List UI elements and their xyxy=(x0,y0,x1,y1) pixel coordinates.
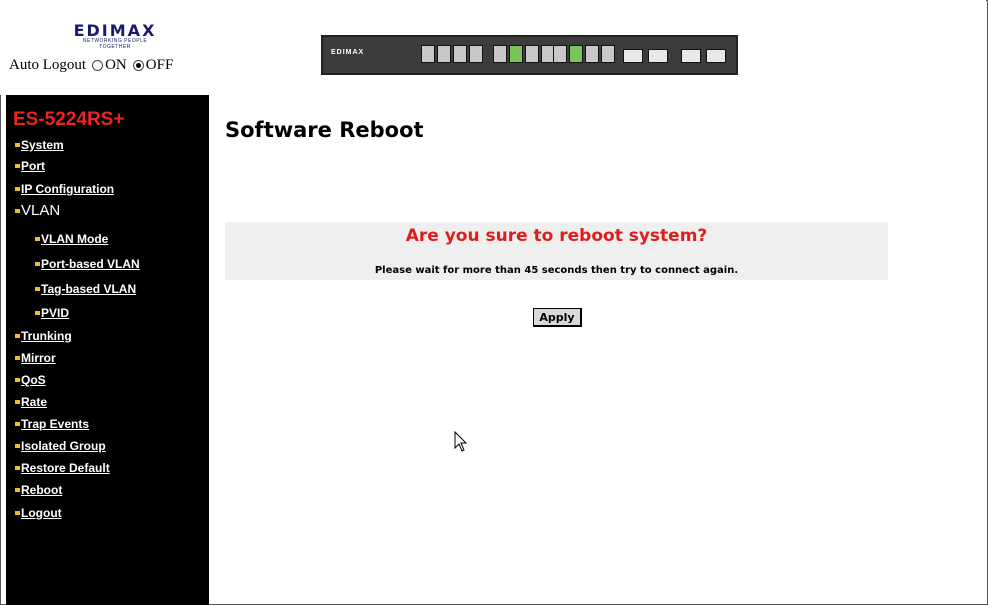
reboot-wait-note: Please wait for more than 45 seconds the… xyxy=(374,265,739,276)
nav-trap-events[interactable]: Trap Events xyxy=(15,417,89,431)
logo-brand: EDIMAX xyxy=(73,21,157,40)
nav-isolated-group[interactable]: Isolated Group xyxy=(15,439,106,453)
bullet-icon xyxy=(15,466,20,470)
port-icon xyxy=(493,45,507,63)
sfp-port-icon xyxy=(648,49,668,63)
nav-rate[interactable]: Rate xyxy=(15,395,47,409)
bullet-icon xyxy=(15,164,20,168)
port-icon xyxy=(585,45,599,63)
bullet-icon xyxy=(15,378,20,382)
port-icon xyxy=(453,45,467,63)
bullet-icon xyxy=(15,334,20,338)
bullet-icon xyxy=(35,311,40,315)
bullet-icon xyxy=(15,356,20,360)
bullet-icon xyxy=(15,488,20,492)
bullet-icon xyxy=(15,143,20,147)
nav-pvid[interactable]: PVID xyxy=(35,306,69,320)
nav-vlan[interactable]: VLAN xyxy=(15,202,60,219)
bullet-icon xyxy=(15,444,20,448)
port-icon xyxy=(601,45,615,63)
nav-mirror[interactable]: Mirror xyxy=(15,351,56,365)
bullet-icon xyxy=(15,187,20,191)
port-group-2 xyxy=(493,45,555,65)
port-icon xyxy=(469,45,483,63)
bullet-icon xyxy=(35,262,40,266)
sfp-port-icon xyxy=(706,49,726,63)
sidebar: ES-5224RS+ System Port IP Configuration … xyxy=(6,95,209,605)
auto-logout-control: Auto Logout ON OFF xyxy=(9,57,173,74)
nav-tag-based-vlan[interactable]: Tag-based VLAN xyxy=(35,282,136,296)
port-group-3 xyxy=(553,45,615,65)
port-icon xyxy=(421,45,435,63)
sfp-port-icon xyxy=(623,49,643,63)
port-icon xyxy=(437,45,451,63)
nav-vlan-mode[interactable]: VLAN Mode xyxy=(35,232,108,246)
nav-trunking[interactable]: Trunking xyxy=(15,329,72,343)
sfp-port-icon xyxy=(681,49,701,63)
reboot-confirm-panel: Are you sure to reboot system? Please wa… xyxy=(225,222,888,280)
auto-logout-on-label: ON xyxy=(105,57,127,73)
bullet-icon xyxy=(15,208,20,213)
nav-system[interactable]: System xyxy=(15,138,64,152)
nav-qos[interactable]: QoS xyxy=(15,373,46,387)
bullet-icon xyxy=(15,511,20,515)
nav-reboot[interactable]: Reboot xyxy=(15,483,62,497)
port-icon xyxy=(569,45,583,63)
switch-brand-label: EDIMAX xyxy=(331,49,365,56)
port-icon xyxy=(525,45,539,63)
model-name: ES-5224RS+ xyxy=(13,109,125,130)
bullet-icon xyxy=(35,237,40,241)
auto-logout-off-label: OFF xyxy=(145,57,174,73)
port-group-1 xyxy=(421,45,483,65)
auto-logout-off-radio[interactable] xyxy=(132,60,144,71)
apply-button[interactable]: Apply xyxy=(533,308,582,327)
reboot-confirm-question: Are you sure to reboot system? xyxy=(405,226,708,246)
mouse-pointer-icon xyxy=(454,431,468,452)
page-title: Software Reboot xyxy=(225,118,424,142)
nav-logout[interactable]: Logout xyxy=(15,506,62,520)
bullet-icon xyxy=(35,287,40,291)
bullet-icon xyxy=(15,400,20,404)
nav-restore-default[interactable]: Restore Default xyxy=(15,461,110,475)
edimax-logo: EDIMAX NETWORKING PEOPLE TOGETHER xyxy=(67,21,163,51)
port-icon xyxy=(509,45,523,63)
port-icon xyxy=(553,45,567,63)
nav-port[interactable]: Port xyxy=(15,159,45,173)
nav-ip-configuration[interactable]: IP Configuration xyxy=(15,182,114,196)
nav-port-based-vlan[interactable]: Port-based VLAN xyxy=(35,257,140,271)
switch-front-panel-image: EDIMAX xyxy=(321,35,738,75)
bullet-icon xyxy=(15,422,20,426)
auto-logout-label: Auto Logout xyxy=(9,57,87,73)
auto-logout-on-radio[interactable] xyxy=(92,60,104,71)
header: EDIMAX NETWORKING PEOPLE TOGETHER Auto L… xyxy=(0,0,986,95)
